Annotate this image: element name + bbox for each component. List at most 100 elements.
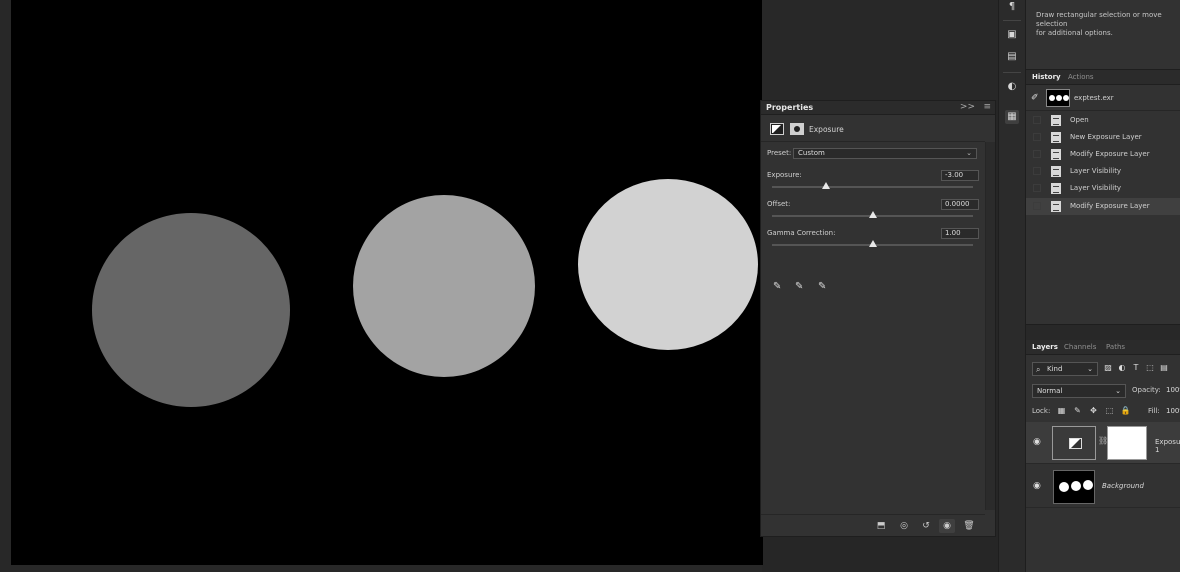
panel-menu-icon[interactable]: ≡ (983, 102, 991, 112)
opacity-input[interactable]: 100% (1166, 386, 1180, 394)
reset-icon[interactable]: ↺ (918, 519, 934, 533)
eye-icon[interactable]: ◉ (1033, 481, 1041, 491)
history-item[interactable]: New Exposure Layer (1026, 129, 1180, 146)
history-item-label: Layer Visibility (1070, 184, 1122, 192)
gamma-input[interactable]: 1.00 (941, 228, 979, 239)
circle-medium (353, 195, 535, 377)
history-item[interactable]: Open (1026, 112, 1180, 129)
trash-icon[interactable]: 🗑 (961, 519, 977, 533)
learn-icon[interactable]: ▤ (1005, 50, 1019, 64)
adjustment-type-label: Exposure (809, 125, 844, 134)
document-canvas[interactable] (11, 0, 763, 565)
adjustment-filter-icon[interactable]: ◐ (1116, 363, 1128, 372)
canvas-area[interactable] (0, 0, 763, 572)
tab-history[interactable]: History (1032, 73, 1061, 81)
adjustment-layer-thumbnail[interactable] (1052, 426, 1096, 460)
layer-row-exposure[interactable]: ◉ ⛓ Exposure 1 (1026, 422, 1180, 464)
offset-slider-thumb[interactable] (868, 211, 877, 218)
visibility-eye-icon[interactable]: ◉ (939, 519, 955, 533)
history-source-checkbox[interactable] (1033, 202, 1041, 210)
properties-scrollbar[interactable] (985, 142, 995, 510)
lock-row: Lock: ▦ ✎ ✥ ⬚ 🔒 Fill: 100% (1030, 406, 1180, 420)
exposure-slider-thumb[interactable] (822, 182, 831, 189)
adjustments-icon[interactable]: ◐ (1005, 80, 1019, 94)
layer-mask-icon[interactable] (790, 123, 804, 135)
history-snapshot[interactable]: ✐ exptest.exr (1026, 86, 1180, 111)
lock-artboard-icon[interactable]: ⬚ (1104, 406, 1115, 415)
libraries-icon[interactable]: ▣ (1005, 28, 1019, 42)
history-item[interactable]: Layer Visibility (1026, 180, 1180, 197)
exposure-slider-track[interactable] (772, 186, 973, 188)
history-source-checkbox[interactable] (1033, 133, 1041, 141)
history-state-icon (1051, 149, 1061, 160)
eye-icon[interactable]: ◉ (1033, 437, 1041, 447)
lock-label: Lock: (1032, 407, 1051, 415)
paragraph-icon[interactable]: ¶ (1005, 0, 1019, 14)
layers-panel: Layers Channels Paths ⌕ Kind ⌄ ▨ ◐ T ⬚ ▤… (1026, 340, 1180, 572)
filter-kind-dropdown[interactable]: ⌕ Kind ⌄ (1032, 362, 1098, 376)
history-item-label: Open (1070, 116, 1089, 124)
preset-dropdown[interactable]: Custom ⌄ (793, 148, 977, 159)
layer-name[interactable]: Exposure 1 (1155, 438, 1180, 454)
collapse-icon[interactable]: >> (960, 102, 975, 112)
history-item-selected[interactable]: Modify Exposure Layer (1026, 198, 1180, 215)
tab-layers[interactable]: Layers (1032, 343, 1058, 351)
circle-light (578, 179, 758, 350)
offset-label: Offset: (767, 200, 791, 208)
exposure-input[interactable]: -3.00 (941, 170, 979, 181)
smart-object-filter-icon[interactable]: ▤ (1158, 363, 1170, 372)
type-filter-icon[interactable]: T (1130, 363, 1142, 372)
chevron-down-icon: ⌄ (1087, 365, 1093, 373)
layer-name[interactable]: Background (1102, 482, 1144, 490)
history-item[interactable]: Layer Visibility (1026, 163, 1180, 180)
history-source-checkbox[interactable] (1033, 150, 1041, 158)
gamma-label: Gamma Correction: (767, 229, 836, 237)
history-brush-icon[interactable]: ✐ (1031, 93, 1039, 103)
properties-type-row: Exposure (761, 116, 985, 142)
chevron-down-icon: ⌄ (966, 149, 972, 157)
shape-filter-icon[interactable]: ⬚ (1144, 363, 1156, 372)
exposure-adjustment-icon[interactable] (770, 123, 784, 135)
exposure-label: Exposure: (767, 171, 802, 179)
thumb-dot (1059, 482, 1069, 492)
tab-actions[interactable]: Actions (1068, 73, 1094, 81)
black-eyedropper-icon[interactable]: ✎ (773, 281, 781, 292)
blend-mode-dropdown[interactable]: Normal ⌄ (1032, 384, 1126, 398)
background-layer-thumbnail[interactable] (1053, 470, 1095, 504)
pixel-filter-icon[interactable]: ▨ (1102, 363, 1114, 372)
thumb-dot (1083, 480, 1093, 490)
thumb-dot (1056, 95, 1062, 101)
search-icon: ⌕ (1036, 365, 1041, 374)
history-source-checkbox[interactable] (1033, 184, 1041, 192)
tab-channels[interactable]: Channels (1064, 343, 1096, 351)
tab-paths[interactable]: Paths (1106, 343, 1125, 351)
history-item-label: Layer Visibility (1070, 167, 1122, 175)
chevron-down-icon: ⌄ (1115, 387, 1121, 395)
thumb-dot (1049, 95, 1055, 101)
clip-to-layer-icon[interactable]: ⬒ (873, 519, 889, 533)
white-eyedropper-icon[interactable]: ✎ (818, 281, 826, 292)
lock-all-icon[interactable]: 🔒 (1120, 406, 1131, 415)
lock-transparent-icon[interactable]: ▦ (1056, 406, 1067, 415)
lock-image-icon[interactable]: ✎ (1072, 406, 1083, 415)
view-previous-state-icon[interactable]: ◎ (896, 519, 912, 533)
blend-row: Normal ⌄ Opacity: 100% (1030, 384, 1180, 398)
gray-eyedropper-icon[interactable]: ✎ (795, 281, 803, 292)
fill-input[interactable]: 100% (1166, 407, 1180, 415)
history-item-label: Modify Exposure Layer (1070, 202, 1150, 210)
right-panel-column: Draw rectangular selection or move selec… (1026, 0, 1180, 572)
strip-separator (1003, 72, 1021, 73)
history-source-checkbox[interactable] (1033, 116, 1041, 124)
history-state-icon (1051, 166, 1061, 177)
properties-panel-icon[interactable]: ▦ (1005, 110, 1019, 124)
layer-mask-thumbnail[interactable] (1107, 426, 1147, 460)
properties-footer: ⬒ ◎ ↺ ◉ 🗑 (761, 514, 985, 536)
layer-row-background[interactable]: ◉ Background (1026, 466, 1180, 508)
layers-tabbar: Layers Channels Paths (1026, 340, 1180, 355)
history-item[interactable]: Modify Exposure Layer (1026, 146, 1180, 163)
lock-position-icon[interactable]: ✥ (1088, 406, 1099, 415)
history-source-checkbox[interactable] (1033, 167, 1041, 175)
offset-input[interactable]: 0.0000 (941, 199, 979, 210)
thumb-dot (1063, 95, 1069, 101)
gamma-slider-thumb[interactable] (868, 240, 877, 247)
